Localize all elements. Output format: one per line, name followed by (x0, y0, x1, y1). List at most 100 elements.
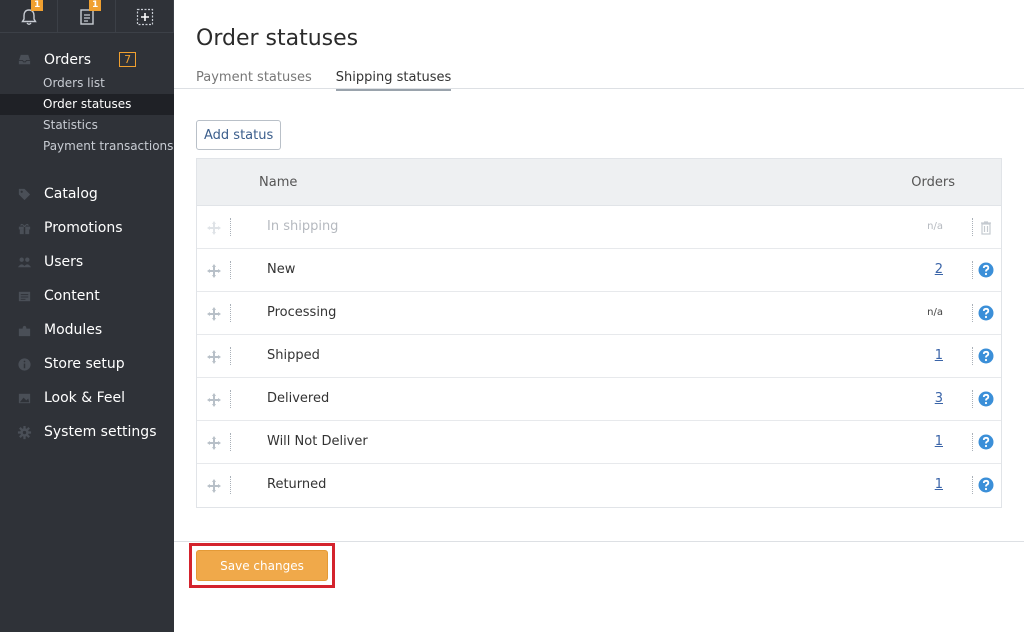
table-row: Delivered 3 (197, 378, 1001, 421)
tabs-divider (174, 88, 1024, 89)
orders-count-badge: 7 (119, 52, 137, 67)
column-header-name: Name (259, 174, 298, 190)
row-separator (230, 433, 232, 451)
row-separator (230, 390, 232, 408)
tag-icon (16, 186, 32, 202)
page-title: Order statuses (196, 26, 359, 51)
drag-handle-icon[interactable] (206, 263, 222, 279)
table-row: Will Not Deliver 1 (197, 421, 1001, 464)
sidebar-subitem-order-statuses[interactable]: Order statuses (0, 94, 174, 115)
table-header: Name Orders (197, 159, 1001, 206)
status-name[interactable]: In shipping (267, 219, 338, 234)
drag-handle-icon[interactable] (206, 392, 222, 408)
table-row: Returned 1 (197, 464, 1001, 507)
add-status-button[interactable]: Add status (196, 120, 282, 150)
status-orders-link[interactable]: 1 (935, 434, 943, 449)
help-icon[interactable] (978, 348, 994, 364)
sidebar-item-label: Store setup (44, 356, 125, 372)
sidebar-item-label: Orders (44, 51, 92, 68)
row-separator (230, 261, 232, 279)
status-name[interactable]: Processing (267, 305, 336, 320)
sidebar-subitem-statistics[interactable]: Statistics (0, 115, 174, 136)
puzzle-icon (16, 322, 32, 338)
table-row: Processing n/a (197, 292, 1001, 335)
sidebar-item-label: Modules (44, 322, 103, 338)
sidebar-item-label: Promotions (44, 220, 123, 236)
save-changes-button[interactable]: Save changes (196, 550, 328, 581)
row-separator (972, 390, 974, 408)
inbox-icon (16, 52, 32, 68)
status-orders-link[interactable]: 2 (935, 262, 943, 277)
row-separator (230, 347, 232, 365)
help-icon[interactable] (978, 477, 994, 493)
status-name[interactable]: Delivered (267, 391, 329, 406)
sidebar-subitem-orders-list[interactable]: Orders list (0, 73, 174, 94)
status-orders-count: n/a (927, 221, 943, 232)
sidebar-item-promotions[interactable]: Promotions (0, 211, 174, 245)
sidebar-subitem-payment-transactions[interactable]: Payment transactions (0, 136, 174, 157)
status-name[interactable]: Shipped (267, 348, 320, 363)
sidebar-item-label: System settings (44, 424, 157, 440)
row-separator (230, 476, 232, 494)
sidebar-item-modules[interactable]: Modules (0, 313, 174, 347)
status-orders-link[interactable]: 3 (935, 391, 943, 406)
help-icon[interactable] (978, 391, 994, 407)
notifications-badge: 1 (31, 0, 44, 11)
sidebar-item-content[interactable]: Content (0, 279, 174, 313)
sidebar-item-look-feel[interactable]: Look & Feel (0, 381, 174, 415)
row-separator (972, 218, 974, 236)
table-row: In shipping n/a (197, 206, 1001, 249)
row-separator (972, 433, 974, 451)
drag-handle-icon[interactable] (206, 220, 222, 236)
help-icon[interactable] (978, 305, 994, 321)
drag-handle-icon[interactable] (206, 435, 222, 451)
table-row: Shipped 1 (197, 335, 1001, 378)
status-orders-count: n/a (927, 307, 943, 318)
row-separator (230, 304, 232, 322)
status-name[interactable]: Returned (267, 477, 326, 492)
row-separator (972, 304, 974, 322)
footer-divider (174, 541, 1024, 542)
status-name[interactable]: Will Not Deliver (267, 434, 368, 449)
documents-button[interactable]: 1 (58, 0, 116, 33)
status-name[interactable]: New (267, 262, 295, 277)
row-separator (972, 347, 974, 365)
column-header-orders: Orders (911, 174, 955, 190)
quick-add-button[interactable] (116, 0, 174, 33)
image-icon (16, 390, 32, 406)
sidebar-item-catalog[interactable]: Catalog (0, 177, 174, 211)
table-row: New 2 (197, 249, 1001, 292)
documents-badge: 1 (89, 0, 102, 11)
sidebar-item-label: Users (44, 254, 84, 270)
sidebar-topbar: 1 1 (0, 0, 174, 33)
info-icon (16, 356, 32, 372)
sidebar-item-orders[interactable]: Orders 7 (0, 46, 174, 73)
content-icon (16, 288, 32, 304)
help-icon[interactable] (978, 434, 994, 450)
row-separator (972, 261, 974, 279)
status-orders-link[interactable]: 1 (935, 348, 943, 363)
users-icon (16, 254, 32, 270)
sidebar-item-label: Content (44, 288, 100, 304)
plus-box-icon (136, 8, 153, 25)
main-content: Order statuses Payment statuses Shipping… (174, 0, 1024, 632)
sidebar-item-users[interactable]: Users (0, 245, 174, 279)
gift-icon (16, 220, 32, 236)
sidebar-nav: Orders 7 Orders list Order statuses Stat… (0, 33, 174, 449)
row-separator (972, 476, 974, 494)
statuses-table: Name Orders In shipping n/a New 2 Proces… (196, 158, 1002, 508)
sidebar: 1 1 Orders 7 Orders list Order statuses … (0, 0, 174, 632)
status-orders-link[interactable]: 1 (935, 477, 943, 492)
drag-handle-icon[interactable] (206, 478, 222, 494)
orders-submenu: Orders list Order statuses Statistics Pa… (0, 73, 174, 157)
drag-handle-icon[interactable] (206, 349, 222, 365)
trash-icon[interactable] (978, 219, 994, 235)
row-separator (230, 218, 232, 236)
help-icon[interactable] (978, 262, 994, 278)
notifications-button[interactable]: 1 (0, 0, 58, 33)
sidebar-item-label: Catalog (44, 186, 98, 202)
sidebar-item-store-setup[interactable]: Store setup (0, 347, 174, 381)
sidebar-item-system-settings[interactable]: System settings (0, 415, 174, 449)
gear-icon (16, 424, 32, 440)
drag-handle-icon[interactable] (206, 306, 222, 322)
